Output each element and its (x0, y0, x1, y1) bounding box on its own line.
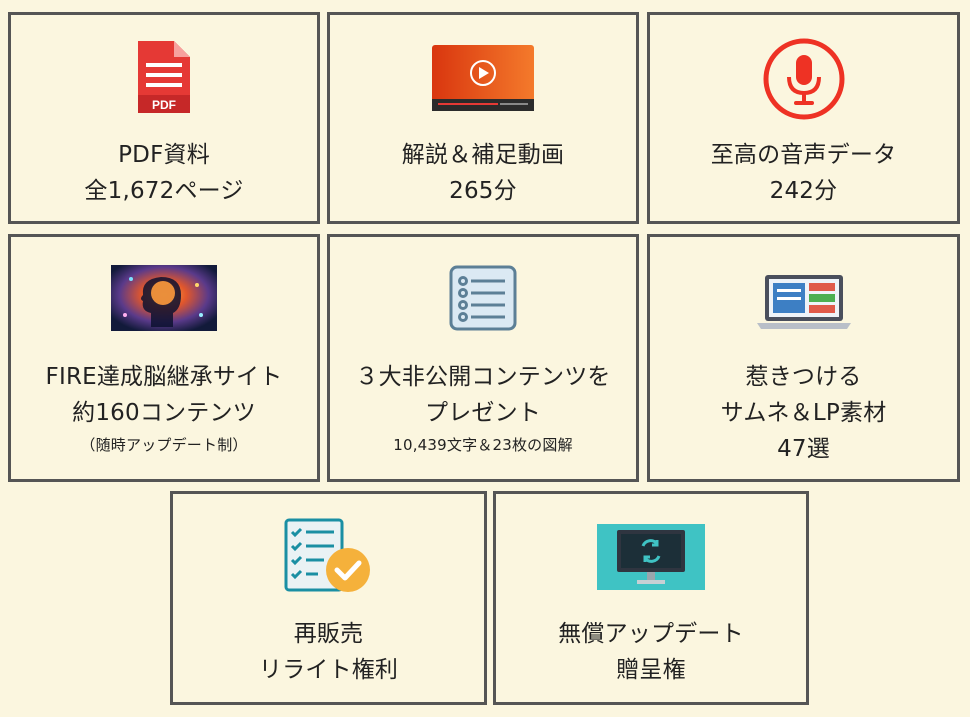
card-subtitle: 全1,672ページ (84, 178, 244, 204)
card-subtitle: 贈呈権 (616, 657, 686, 683)
card-note: （随時アップデート制） (80, 436, 248, 454)
card-title: 再販売 (293, 621, 364, 647)
card-note: 10,439文字＆23枚の図解 (393, 436, 573, 454)
svg-text:PDF: PDF (152, 98, 176, 112)
card-title: 至高の音声データ (710, 142, 897, 168)
free-update-card: 無償アップデート 贈呈権 (493, 491, 809, 705)
fire-site-card: FIRE達成脳継承サイト 約160コンテンツ （随時アップデート制） (8, 234, 320, 482)
card-subtitle: サムネ＆LP素材 (720, 400, 887, 426)
video-player-icon (432, 45, 534, 115)
card-subtitle: 242分 (769, 178, 838, 204)
checklist-document-icon (449, 265, 517, 335)
laptop-thumbnail-icon (756, 273, 851, 335)
card-title: ３大非公開コンテンツを (355, 364, 611, 390)
card-title: 惹きつける (745, 364, 862, 390)
card-title: 無償アップデート (558, 621, 744, 647)
card-subtitle: プレゼント (425, 400, 541, 426)
card-title: 解説＆補足動画 (401, 142, 565, 168)
video-card: 解説＆補足動画 265分 (327, 12, 639, 224)
card-count: 47選 (777, 436, 830, 462)
card-subtitle: リライト権利 (258, 657, 399, 683)
pdf-materials-card: PDF PDF資料 全1,672ページ (8, 12, 320, 224)
pdf-document-icon: PDF (134, 37, 194, 121)
card-title: PDF資料 (118, 142, 210, 168)
audio-card: 至高の音声データ 242分 (647, 12, 960, 224)
private-contents-card: ３大非公開コンテンツを プレゼント 10,439文字＆23枚の図解 (327, 234, 639, 482)
checklist-approved-icon (284, 518, 374, 600)
card-subtitle: 265分 (449, 178, 517, 204)
card-subtitle: 約160コンテンツ (72, 400, 256, 426)
monitor-update-icon (597, 524, 705, 594)
thumbnail-lp-card: 惹きつける サムネ＆LP素材 47選 (647, 234, 960, 482)
resale-rights-card: 再販売 リライト権利 (170, 491, 487, 705)
microphone-icon (762, 37, 846, 125)
brain-head-image-icon (111, 265, 217, 335)
card-title: FIRE達成脳継承サイト (45, 364, 283, 390)
